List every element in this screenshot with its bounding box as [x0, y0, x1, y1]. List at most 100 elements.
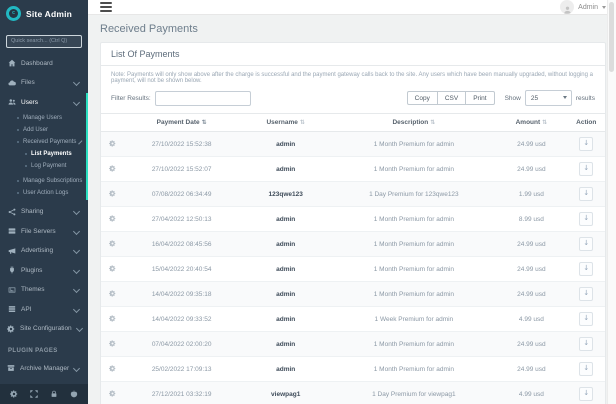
row-action-button[interactable]: ↓ [579, 187, 594, 201]
column-header-payment-date[interactable]: Payment Date ⇅ [124, 113, 239, 132]
sidebar-item-files[interactable]: Files [0, 73, 88, 93]
copy-button[interactable]: Copy [406, 91, 438, 105]
chevron-down-icon [78, 140, 83, 144]
description-cell: 1 Week Premium for admin [332, 306, 496, 332]
amount-cell: 24.99 usd [495, 331, 568, 357]
gear-icon[interactable] [10, 390, 18, 398]
gateway-column-header [101, 113, 125, 132]
row-action-button[interactable]: ↓ [579, 137, 594, 151]
user-menu[interactable]: Admin [560, 0, 606, 14]
payment-date-cell: 27/10/2022 15:52:38 [124, 131, 239, 157]
csv-button[interactable]: CSV [436, 91, 467, 105]
sidebar-item-add-user[interactable]: Add User [0, 124, 88, 136]
sidebar-item-sharing[interactable]: Sharing [0, 202, 88, 222]
amount-cell: 4.99 usd [495, 306, 568, 332]
sidebar-item-file-servers[interactable]: File Servers [0, 222, 88, 242]
sidebar-item-user-action-logs[interactable]: User Action Logs [0, 187, 88, 199]
share-icon [7, 208, 16, 216]
row-action-button[interactable]: ↓ [579, 362, 594, 376]
gear-icon [7, 325, 15, 333]
amount-cell: 24.99 usd [495, 281, 568, 307]
brand[interactable]: c Site Admin [0, 0, 88, 27]
description-cell: 1 Month Premium for admin [332, 131, 496, 157]
sort-icon[interactable]: ⇅ [202, 119, 207, 126]
username-cell: admin [238, 306, 333, 332]
lock-icon[interactable] [50, 390, 58, 398]
gateway-icon [109, 364, 116, 372]
sort-icon[interactable]: ⇅ [300, 119, 305, 126]
payments-panel: List Of Payments Note: Payments will onl… [100, 42, 606, 404]
sidebar-item-received-payments[interactable]: Received Payments [0, 136, 88, 148]
filter-input[interactable] [154, 90, 251, 106]
sidebar-item-manage-users[interactable]: Manage Users [0, 112, 88, 124]
amount-cell: 24.99 usd [495, 356, 568, 382]
sidebar-item-site-configuration[interactable]: Site Configuration [0, 319, 88, 339]
sidebar-item-manage-subscriptions[interactable]: Manage Subscriptions [0, 175, 88, 187]
sidebar-item-label: Advertising [21, 247, 54, 255]
sidebar-item-label: Dashboard [21, 59, 53, 67]
row-action-button[interactable]: ↓ [579, 337, 594, 351]
show-select[interactable]: 25 [524, 90, 572, 106]
sidebar-item-label: List Payments [31, 151, 72, 157]
sidebar-item-plugins[interactable]: Plugins [0, 261, 88, 281]
row-action-button[interactable]: ↓ [579, 387, 594, 401]
row-action-button[interactable]: ↓ [579, 212, 594, 226]
bullet-icon [17, 180, 19, 182]
bullet-icon [25, 153, 27, 155]
sidebar-item-dashboard[interactable]: Dashboard [0, 54, 88, 74]
description-cell: 1 Month Premium for admin [332, 206, 496, 232]
row-action-button[interactable]: ↓ [579, 287, 594, 301]
chevron-down-icon [72, 305, 81, 313]
amount-cell: 24.99 usd [495, 256, 568, 282]
user-name: Admin [578, 3, 598, 11]
chevron-down-icon [602, 5, 606, 9]
sidebar-item-users[interactable]: Users [0, 93, 88, 113]
bullet-icon [17, 129, 19, 131]
payments-table: Payment Date ⇅ Username ⇅ Description ⇅ Amount… [101, 113, 605, 404]
table-row: 27/10/2022 15:52:07 admin 1 Month Premium … [101, 156, 605, 182]
username-cell: admin [238, 331, 333, 357]
sidebar-item-label: Site Configuration [20, 325, 72, 333]
server-icon [7, 227, 16, 235]
sidebar-item-archive-manager[interactable]: Archive Manager [0, 359, 88, 379]
row-action-button[interactable]: ↓ [579, 237, 594, 251]
chevron-down-icon [72, 286, 81, 294]
column-header-amount[interactable]: Amount ⇅ [495, 113, 568, 132]
column-header-action[interactable]: Action [567, 113, 605, 132]
table-row: 14/04/2022 09:35:18 admin 1 Month Premium … [101, 281, 605, 307]
scrollbar-thumb[interactable] [609, 2, 614, 72]
row-action-button[interactable]: ↓ [579, 262, 594, 276]
hamburger-menu-icon[interactable] [98, 0, 114, 14]
username-cell: viewpag1 [238, 381, 333, 404]
filter-label: Filter Results: [111, 94, 151, 102]
row-action-button[interactable]: ↓ [579, 162, 594, 176]
sort-icon[interactable]: ⇅ [430, 119, 435, 126]
column-header-username[interactable]: Username ⇅ [238, 113, 333, 132]
table-row: 07/08/2022 06:34:49 123qwe123 1 Day Premiu… [101, 181, 605, 207]
page-title: Received Payments [100, 23, 198, 35]
sidebar-item-api[interactable]: API [0, 300, 88, 320]
archive-icon [7, 364, 15, 372]
gateway-icon [109, 139, 116, 147]
avatar [560, 0, 575, 14]
sidebar-item-advertising[interactable]: Advertising [0, 241, 88, 261]
power-icon[interactable] [70, 390, 78, 398]
bullet-icon [17, 192, 19, 194]
bullet-icon [25, 165, 27, 167]
sort-icon[interactable]: ⇅ [542, 119, 547, 126]
username-cell: 123qwe123 [238, 181, 333, 207]
sidebar-item-themes[interactable]: Themes [0, 280, 88, 300]
quick-search-input[interactable] [6, 34, 82, 48]
sidebar-item-log-payment[interactable]: Log Payment [8, 160, 88, 172]
plug-icon [7, 266, 16, 274]
sidebar-item-list-payments[interactable]: List Payments [8, 148, 88, 160]
payment-date-cell: 14/04/2022 09:33:52 [124, 306, 239, 332]
column-header-description[interactable]: Description ⇅ [332, 113, 496, 132]
username-cell: admin [238, 281, 333, 307]
print-button[interactable]: Print [465, 91, 495, 105]
row-action-button[interactable]: ↓ [579, 312, 594, 326]
sidebar-item-label: Plugins [21, 266, 43, 274]
cloud-icon [7, 79, 16, 87]
scrollbar[interactable] [607, 0, 616, 404]
expand-icon[interactable] [30, 390, 38, 398]
